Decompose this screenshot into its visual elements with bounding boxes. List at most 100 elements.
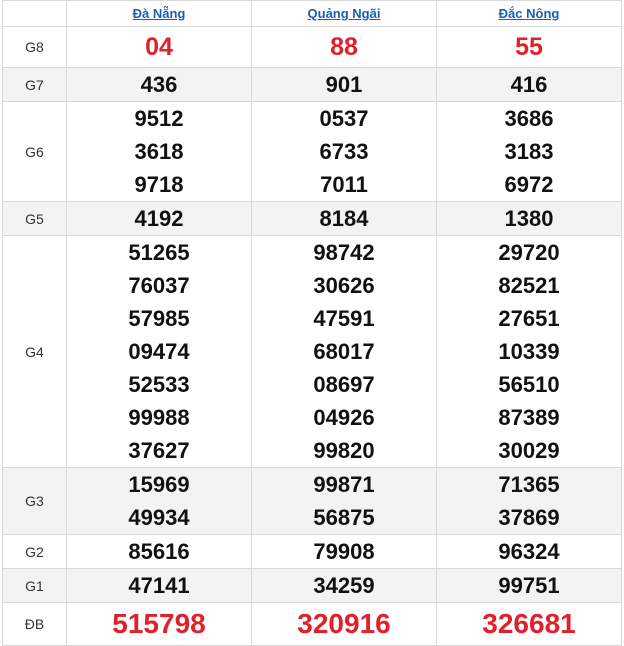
winning-number: 37869: [498, 505, 560, 530]
prize-cell: 0537 6733 7011: [251, 101, 437, 202]
winning-number: 51265: [128, 240, 190, 265]
prize-cell: 320916: [251, 602, 437, 646]
winning-number: 99988: [128, 405, 190, 430]
winning-number: 04: [145, 33, 173, 61]
winning-number: 85616: [128, 539, 190, 564]
winning-number: 10339: [498, 339, 560, 364]
winning-number: 436: [140, 72, 178, 97]
header-empty-cell: [2, 0, 67, 27]
winning-number: 515798: [112, 608, 206, 639]
province-header: Đà Nẵng: [66, 0, 252, 27]
winning-number: 320916: [297, 608, 391, 639]
prize-cell: 901: [251, 67, 437, 102]
prize-label: G6: [2, 101, 67, 202]
prize-label: G5: [2, 201, 67, 236]
prize-cell: 04: [66, 26, 252, 68]
prize-cell: 515798: [66, 602, 252, 646]
winning-number: 99751: [498, 573, 560, 598]
winning-number: 56875: [313, 505, 375, 530]
winning-number: 99871: [313, 472, 375, 497]
prize-row-g6: G6 9512 3618 9718 0537 6733 7011 3686 3183 6972: [2, 101, 622, 202]
prize-cell: 15969 49934: [66, 467, 252, 535]
winning-number: 79908: [313, 539, 375, 564]
lottery-results-table: Đà Nẵng Quảng Ngãi Đắc Nông G8 04 88 55 G7 43…: [2, 0, 622, 646]
prize-label: G4: [2, 235, 67, 468]
prize-row-g3: G3 15969 49934 99871 56875 71365 37869: [2, 467, 622, 535]
province-link-da-nang[interactable]: Đà Nẵng: [133, 6, 186, 21]
winning-number: 15969: [128, 472, 190, 497]
winning-number: 04926: [313, 405, 375, 430]
prize-row-g2: G2 85616 79908 96324: [2, 534, 622, 569]
winning-number: 98742: [313, 240, 375, 265]
winning-number: 7011: [320, 172, 368, 197]
prize-cell: 71365 37869: [436, 467, 622, 535]
winning-number: 0537: [319, 106, 369, 131]
winning-number: 55: [515, 33, 543, 61]
winning-number: 3183: [504, 139, 554, 164]
winning-number: 6972: [504, 172, 554, 197]
prize-cell: 98742 30626 47591 68017 08697 04926 99820: [251, 235, 437, 468]
province-header: Quảng Ngãi: [251, 0, 437, 27]
winning-number: 56510: [498, 372, 560, 397]
header-row: Đà Nẵng Quảng Ngãi Đắc Nông: [2, 0, 622, 27]
prize-cell: 1380: [436, 201, 622, 236]
prize-cell: 51265 76037 57985 09474 52533 99988 37627: [66, 235, 252, 468]
winning-number: 82521: [498, 273, 560, 298]
prize-cell: 96324: [436, 534, 622, 569]
winning-number: 8184: [319, 206, 369, 231]
winning-number: 326681: [482, 608, 576, 639]
prize-cell: 3686 3183 6972: [436, 101, 622, 202]
prize-row-g7: G7 436 901 416: [2, 67, 622, 102]
winning-number: 37627: [128, 438, 190, 463]
winning-number: 87389: [498, 405, 560, 430]
prize-label: G2: [2, 534, 67, 569]
winning-number: 99820: [313, 438, 375, 463]
winning-number: 57985: [128, 306, 190, 331]
winning-number: 30029: [498, 438, 560, 463]
winning-number: 09474: [128, 339, 190, 364]
prize-cell: 99871 56875: [251, 467, 437, 535]
prize-cell: 85616: [66, 534, 252, 569]
province-link-dac-nong[interactable]: Đắc Nông: [499, 6, 560, 21]
prize-cell: 47141: [66, 568, 252, 603]
winning-number: 30626: [313, 273, 375, 298]
winning-number: 68017: [313, 339, 375, 364]
winning-number: 52533: [128, 372, 190, 397]
winning-number: 71365: [498, 472, 560, 497]
winning-number: 49934: [128, 505, 190, 530]
winning-number: 47591: [313, 306, 375, 331]
prize-label: G3: [2, 467, 67, 535]
winning-number: 76037: [128, 273, 190, 298]
prize-cell: 79908: [251, 534, 437, 569]
prize-row-g5: G5 4192 8184 1380: [2, 201, 622, 236]
winning-number: 08697: [313, 372, 375, 397]
winning-number: 3686: [504, 106, 554, 131]
winning-number: 9718: [134, 172, 184, 197]
prize-row-g8: G8 04 88 55: [2, 26, 622, 68]
winning-number: 29720: [498, 240, 560, 265]
prize-cell: 436: [66, 67, 252, 102]
winning-number: 3618: [134, 139, 184, 164]
prize-cell: 9512 3618 9718: [66, 101, 252, 202]
winning-number: 1380: [504, 206, 554, 231]
prize-cell: 326681: [436, 602, 622, 646]
winning-number: 96324: [498, 539, 560, 564]
winning-number: 6733: [319, 139, 369, 164]
prize-cell: 99751: [436, 568, 622, 603]
prize-label: G8: [2, 26, 67, 68]
winning-number: 27651: [498, 306, 560, 331]
winning-number: 901: [325, 72, 363, 97]
prize-cell: 88: [251, 26, 437, 68]
prize-cell: 4192: [66, 201, 252, 236]
prize-label: ĐB: [2, 602, 67, 646]
results-body: G8 04 88 55 G7 436 901 416 G6 9512 3618 9718 0537 673…: [2, 26, 622, 646]
prize-label: G7: [2, 67, 67, 102]
winning-number: 34259: [313, 573, 375, 598]
winning-number: 9512: [134, 106, 184, 131]
province-link-quang-ngai[interactable]: Quảng Ngãi: [308, 6, 381, 21]
province-header: Đắc Nông: [436, 0, 622, 27]
winning-number: 88: [330, 33, 358, 61]
prize-row-g1: G1 47141 34259 99751: [2, 568, 622, 603]
winning-number: 47141: [128, 573, 190, 598]
prize-cell: 29720 82521 27651 10339 56510 87389 30029: [436, 235, 622, 468]
